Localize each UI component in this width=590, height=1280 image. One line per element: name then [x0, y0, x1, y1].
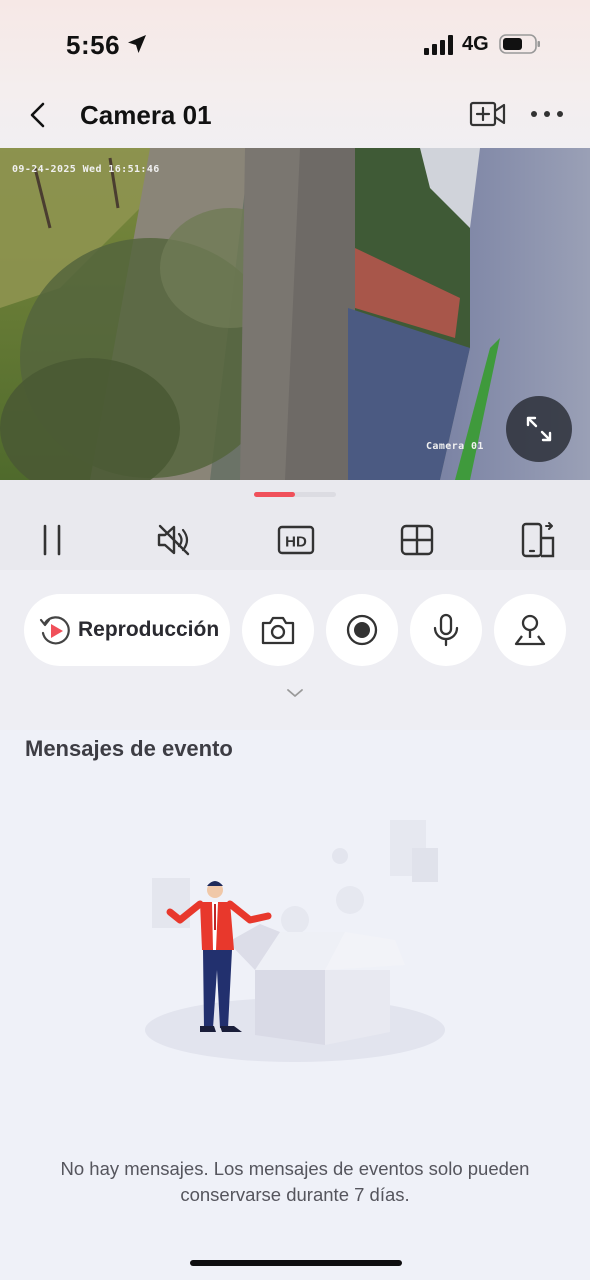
- home-indicator[interactable]: [190, 1260, 402, 1266]
- fullscreen-icon: [526, 416, 552, 442]
- back-icon[interactable]: [24, 100, 54, 130]
- device-switch-icon: [521, 522, 555, 558]
- video-timestamp: 09-24-2025 Wed 16:51:46: [12, 164, 160, 175]
- playback-button[interactable]: Reproducción: [24, 594, 230, 666]
- grid-icon: [400, 524, 434, 556]
- signal-icon: [424, 35, 453, 55]
- fullscreen-button[interactable]: [506, 396, 572, 462]
- events-section: Mensajes de evento No hay mensajes. Los …: [0, 730, 590, 1280]
- video-frame: [0, 148, 590, 480]
- record-button[interactable]: [326, 594, 398, 666]
- page-indicator-active: [254, 492, 295, 497]
- playback-label: Reproducción: [78, 618, 220, 641]
- talk-button[interactable]: [410, 594, 482, 666]
- mute-button[interactable]: [154, 520, 194, 560]
- record-icon: [346, 614, 378, 646]
- battery-icon: [499, 34, 540, 54]
- page-title: Camera 01: [80, 100, 212, 130]
- pause-icon: [43, 524, 61, 556]
- mute-icon: [157, 524, 190, 556]
- grid-button[interactable]: [397, 520, 437, 560]
- screenshot-button[interactable]: [242, 594, 314, 666]
- chevron-down-icon[interactable]: [284, 686, 306, 700]
- hd-label: HD: [285, 534, 307, 551]
- hd-button[interactable]: HD: [276, 520, 316, 560]
- live-video[interactable]: 09-24-2025 Wed 16:51:46 Camera 01: [0, 148, 590, 480]
- microphone-icon: [433, 613, 459, 647]
- more-icon[interactable]: [530, 104, 564, 124]
- empty-message: No hay mensajes. Los mensajes de eventos…: [60, 1158, 530, 1205]
- nav-bar: Camera 01: [0, 90, 590, 148]
- camera-icon: [261, 616, 295, 645]
- status-bar: 5:56 4G: [0, 0, 590, 90]
- page-indicator: [254, 492, 336, 497]
- ptz-icon: [514, 614, 546, 646]
- video-camera-name: Camera 01: [426, 441, 484, 452]
- ptz-button[interactable]: [494, 594, 566, 666]
- location-arrow-icon: [128, 35, 146, 53]
- playback-icon: [39, 616, 70, 645]
- device-switch-button[interactable]: [519, 520, 559, 560]
- events-title: Mensajes de evento: [25, 736, 233, 761]
- pause-button[interactable]: [33, 520, 73, 560]
- action-row: Reproducción: [0, 570, 590, 730]
- empty-state-illustration: [145, 820, 445, 1062]
- hd-icon: HD: [277, 525, 315, 555]
- status-time: 5:56: [66, 30, 121, 60]
- add-camera-icon[interactable]: [469, 100, 507, 128]
- control-strip: HD: [0, 480, 590, 570]
- network-type: 4G: [462, 33, 489, 55]
